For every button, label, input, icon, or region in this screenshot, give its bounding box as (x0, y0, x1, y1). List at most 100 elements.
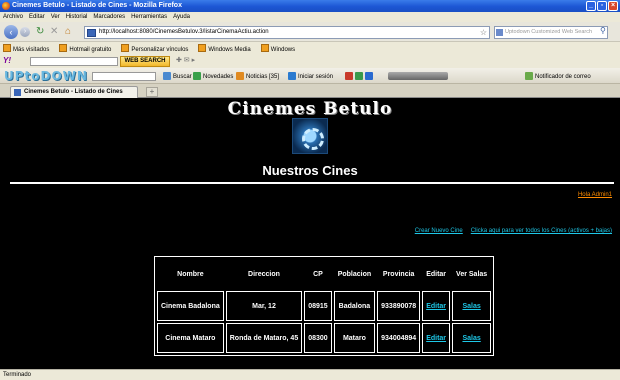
minimize-button[interactable]: _ (586, 1, 596, 11)
table-row: Cinema Badalona Mar, 12 08915 Badalona 9… (157, 291, 492, 321)
cell-poblacion: Badalona (333, 291, 376, 321)
edit-link[interactable]: Editar (426, 303, 446, 310)
uptodown-search-input[interactable] (92, 72, 156, 81)
cell-nombre: Cinema Mataro (157, 323, 224, 353)
yahoo-logo[interactable]: Y! (3, 56, 11, 65)
cell-direccion: Mar, 12 (225, 291, 303, 321)
cell-direccion: Ronda de Mataro, 45 (225, 323, 303, 353)
cell-poblacion: Mataro (333, 323, 376, 353)
menu-marcadores[interactable]: Marcadores (93, 14, 125, 20)
web-search-button[interactable]: WEB SEARCH (120, 56, 170, 67)
mail-icon (525, 72, 533, 80)
table-row: Cinema Mataro Ronda de Mataro, 45 08300 … (157, 323, 492, 353)
column-header: Nombre (177, 270, 204, 278)
login-icon (288, 72, 296, 80)
menu-herramientas[interactable]: Herramientas (131, 14, 167, 20)
yahoo-toolbar: Y! WEB SEARCH ✚ ✉ ▸ (0, 54, 620, 68)
page-content: Cinemes Betulo Nuestros Cines Hola Admin… (0, 98, 620, 369)
toolbar-buscar[interactable]: Buscar (163, 72, 192, 80)
cell-nombre: Cinema Badalona (157, 291, 224, 321)
column-header: CP (313, 270, 323, 278)
table-header-row: Nombre Direccion CP Poblacion Provincia … (157, 259, 491, 289)
view-rooms-link[interactable]: Salas (462, 335, 480, 342)
site-favicon-icon (87, 29, 96, 37)
bookmark-hotmail[interactable]: Hotmail gratuito (59, 44, 111, 53)
window-titlebar: Cinemes Betulo - Listado de Cines - Mozi… (0, 0, 620, 12)
column-header: Ver Salas (456, 270, 488, 278)
volume-slider[interactable] (388, 72, 448, 80)
url-bar[interactable]: http://localhost:8080/CinemesBetulov.3/l… (84, 26, 490, 39)
toolbar-novedades[interactable]: Novedades (193, 72, 233, 80)
tab-listado-cines[interactable]: Cinemes Betulo - Listado de Cines (10, 86, 138, 98)
widget-icon (365, 72, 373, 80)
cell-cp: 08915 (304, 291, 332, 321)
bookmark-mas-visitados[interactable]: Más visitados (3, 44, 49, 53)
url-text: http://localhost:8080/CinemesBetulov.3/l… (99, 29, 269, 35)
reload-icon[interactable]: ↻ (36, 27, 44, 37)
status-bar: Terminado (0, 369, 620, 380)
cell-provincia: 933890078 (377, 291, 421, 321)
search-icon[interactable]: ⚲ (600, 26, 606, 35)
edit-link[interactable]: Editar (426, 335, 446, 342)
site-title: Cinemes Betulo (227, 99, 393, 119)
toolbar-noticias[interactable]: Noticias [35] (236, 72, 279, 80)
cell-salas: Salas (452, 323, 492, 353)
toolbar-widget-icons[interactable] (345, 72, 375, 80)
widget-icon (355, 72, 363, 80)
close-button[interactable]: × (608, 1, 618, 11)
menu-editar[interactable]: Editar (29, 14, 45, 20)
search-engine-icon (496, 29, 503, 36)
page-subtitle: Nuestros Cines (262, 163, 358, 178)
cell-provincia: 934004894 (377, 323, 421, 353)
column-header: Editar (426, 270, 447, 278)
yahoo-search-input[interactable] (30, 57, 118, 66)
uptodown-logo: UPtoDOWN (4, 69, 88, 83)
cell-cp: 08300 (304, 323, 332, 353)
cell-editar: Editar (422, 291, 451, 321)
column-header: Direccion (248, 270, 280, 278)
maximize-button[interactable]: ▫ (597, 1, 607, 11)
uptodown-toolbar: UPtoDOWN Buscar Novedades Noticias [35] … (0, 68, 620, 84)
bookmark-personalizar[interactable]: Personalizar vínculos (121, 44, 188, 53)
cinemas-table: Nombre Direccion CP Poblacion Provincia … (154, 256, 495, 356)
widget-icon (345, 72, 353, 80)
view-all-cinemas-link[interactable]: Clicka aqui para ver todos los Cines (ac… (471, 228, 612, 234)
view-rooms-link[interactable]: Salas (462, 303, 480, 310)
tab-strip: Cinemes Betulo - Listado de Cines + (0, 84, 620, 98)
toolbar-iniciar-sesion[interactable]: Iniciar sesión (288, 72, 333, 80)
menu-historial[interactable]: Historial (66, 14, 88, 20)
film-reel-logo-icon (292, 118, 328, 154)
action-links: Crear Nuevo Cine Clicka aqui para ver to… (415, 228, 612, 234)
create-cinema-link[interactable]: Crear Nuevo Cine (415, 228, 463, 234)
user-greeting-link[interactable]: Hola Admin1 (578, 192, 612, 198)
back-button[interactable]: ‹ (4, 25, 18, 39)
bookmark-star-icon[interactable]: ☆ (480, 27, 487, 38)
stop-icon[interactable]: ✕ (50, 27, 58, 37)
rss-icon (236, 72, 244, 80)
bookmark-windows[interactable]: Windows (261, 44, 295, 53)
firefox-icon (2, 2, 10, 10)
menu-ayuda[interactable]: Ayuda (173, 14, 190, 20)
cell-salas: Salas (452, 291, 492, 321)
toolbar-notificador[interactable]: Notificador de correo (525, 72, 591, 80)
menu-ver[interactable]: Ver (51, 14, 60, 20)
search-icon (163, 72, 171, 80)
yahoo-extra-icon[interactable]: ✚ ✉ ▸ (176, 56, 195, 64)
divider (10, 182, 614, 184)
new-tab-button[interactable]: + (146, 87, 158, 97)
window-controls: _ ▫ × (586, 1, 618, 11)
navigation-toolbar: ‹ › ↻ ✕ ⌂ http://localhost:8080/CinemesB… (0, 22, 620, 42)
menu-archivo[interactable]: Archivo (3, 14, 23, 20)
column-header: Poblacion (337, 270, 372, 278)
bookmarks-toolbar: Más visitados Hotmail gratuito Personali… (0, 42, 620, 54)
cell-editar: Editar (422, 323, 451, 353)
forward-button[interactable]: › (20, 27, 30, 37)
column-header: Provincia (382, 270, 415, 278)
home-icon[interactable]: ⌂ (65, 27, 71, 37)
menu-bar: Archivo Editar Ver Historial Marcadores … (0, 12, 620, 22)
bookmark-windows-media[interactable]: Windows Media (198, 44, 250, 53)
news-icon (193, 72, 201, 80)
search-input[interactable]: Uptodown Customized Web Search (494, 26, 608, 39)
search-placeholder: Uptodown Customized Web Search (505, 29, 593, 35)
window-title: Cinemes Betulo - Listado de Cines - Mozi… (12, 2, 182, 9)
